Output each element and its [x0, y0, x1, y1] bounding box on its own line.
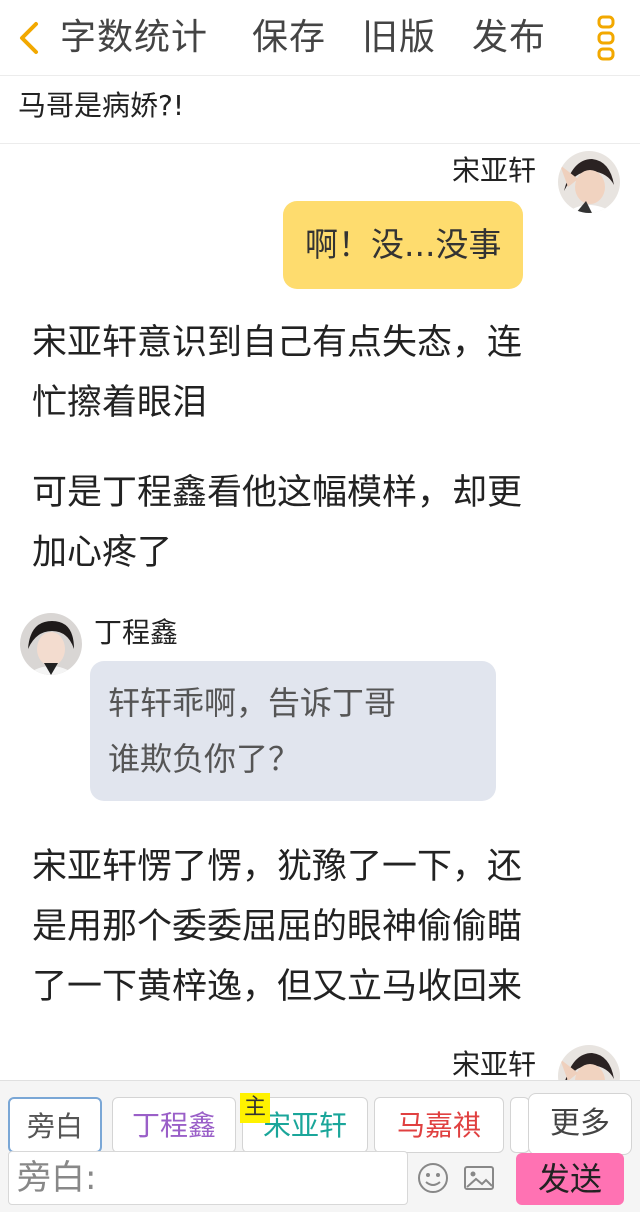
- avatar[interactable]: [20, 613, 82, 675]
- narration-line: 宋亚轩意识到自己有点失态，连: [32, 323, 523, 363]
- dialogue-line: 谁欺负你了？: [108, 740, 301, 778]
- emoji-icon[interactable]: [416, 1161, 450, 1195]
- narration-line: 宋亚轩愣了愣，犹豫了一下，还: [32, 847, 523, 887]
- narration-block[interactable]: 宋亚轩愣了愣，犹豫了一下，还 是用那个委委屈屈的眼神偷偷瞄 了一下黄梓逸，但又立…: [32, 837, 612, 1017]
- narration-line: 了一下黄梓逸，但又立马收回来: [32, 967, 523, 1007]
- back-arrow-icon[interactable]: [12, 20, 48, 56]
- image-icon[interactable]: [462, 1161, 496, 1195]
- narration-line: 加心疼了: [32, 533, 173, 573]
- old-version-button[interactable]: 旧版: [362, 16, 436, 60]
- story-title[interactable]: 马哥是病娇?!: [18, 86, 184, 126]
- role-chip-majiaqi[interactable]: 马嘉祺: [374, 1097, 504, 1153]
- narration-block[interactable]: 宋亚轩意识到自己有点失态，连 忙擦着眼泪: [32, 313, 612, 433]
- more-options-icon[interactable]: [594, 14, 618, 62]
- composer-panel: 旁白 丁程鑫 宋亚轩 主 马嘉祺 更多 旁白: 发送: [0, 1080, 640, 1212]
- narration-line: 可是丁程鑫看他这幅模样，却更: [32, 473, 523, 513]
- publish-button[interactable]: 发布: [472, 16, 546, 60]
- role-chip-dingchengxin[interactable]: 丁程鑫: [112, 1097, 236, 1153]
- narration-line: 是用那个委委屈屈的眼神偷偷瞄: [32, 907, 523, 947]
- speaker-name: 丁程鑫: [94, 616, 179, 649]
- word-count-button[interactable]: 字数统计: [60, 16, 208, 60]
- story-title-row: 马哥是病娇?!: [0, 76, 640, 144]
- speaker-name: 宋亚轩: [452, 154, 537, 187]
- message-input[interactable]: 旁白:: [8, 1151, 408, 1205]
- main-role-badge: 主: [240, 1093, 270, 1123]
- narration-line: 忙擦着眼泪: [32, 383, 208, 423]
- top-toolbar: 字数统计 保存 旧版 发布: [0, 0, 640, 76]
- dialogue-bubble[interactable]: 啊！没...没事: [283, 201, 524, 289]
- chat-story-content[interactable]: 宋亚轩 啊！没...没事 宋亚轩意识到自己有点失态，连 忙擦着眼泪 可是丁程鑫看…: [0, 145, 640, 1080]
- dialogue-line: 轩轩乖啊，告诉丁哥: [108, 684, 397, 722]
- send-button[interactable]: 发送: [516, 1153, 624, 1205]
- narration-block[interactable]: 可是丁程鑫看他这幅模样，却更 加心疼了: [32, 463, 612, 583]
- role-chip-partial[interactable]: [510, 1097, 530, 1153]
- avatar[interactable]: [558, 151, 620, 213]
- more-roles-button[interactable]: 更多: [528, 1093, 632, 1155]
- speaker-name: 宋亚轩: [452, 1048, 537, 1080]
- save-button[interactable]: 保存: [252, 16, 326, 60]
- avatar[interactable]: [558, 1045, 620, 1080]
- dialogue-bubble[interactable]: 轩轩乖啊，告诉丁哥 谁欺负你了？: [90, 661, 496, 801]
- role-chip-narrator[interactable]: 旁白: [8, 1097, 102, 1153]
